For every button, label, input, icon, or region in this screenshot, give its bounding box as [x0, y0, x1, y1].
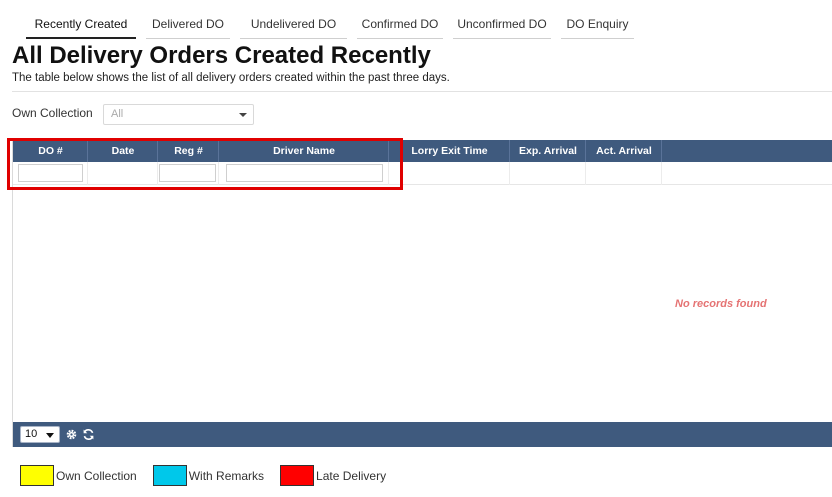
page-size-select[interactable]: 10 [20, 426, 60, 443]
legend-swatch [152, 465, 187, 486]
legend-swatch [20, 465, 54, 486]
filter-cell [389, 162, 510, 185]
tab-delivered-do[interactable]: Delivered DO [146, 13, 230, 39]
tab-undelivered-do[interactable]: Undelivered DO [240, 13, 347, 39]
column-header-do-number[interactable]: DO # [13, 140, 88, 162]
refresh-icon[interactable] [82, 428, 95, 441]
column-header-driver-name[interactable]: Driver Name [219, 140, 389, 162]
reg-number-filter-input[interactable] [159, 164, 216, 182]
column-header-reg-number[interactable]: Reg # [158, 140, 219, 162]
legend-swatch [280, 465, 315, 486]
no-records-message: No records found [675, 298, 767, 310]
column-header-exp-arrival[interactable]: Exp. Arrival [510, 140, 586, 162]
filter-cell [586, 162, 662, 185]
tab-recently-created[interactable]: Recently Created [26, 13, 136, 39]
own-collection-label: Own Collection [12, 106, 93, 120]
color-legend: Own Collection With Remarks Late Deliver… [20, 465, 402, 486]
legend-label: With Remarks [188, 468, 265, 483]
filter-cell [88, 162, 158, 185]
grid-footer: 10 [13, 422, 832, 447]
tab-do-enquiry[interactable]: DO Enquiry [561, 13, 634, 39]
gear-icon[interactable] [65, 428, 78, 441]
legend-label: Own Collection [56, 468, 137, 483]
tab-confirmed-do[interactable]: Confirmed DO [357, 13, 443, 39]
legend-item-own-collection: Own Collection [20, 465, 137, 486]
chevron-down-icon [46, 433, 54, 438]
column-header-lorry-exit-time[interactable]: Lorry Exit Time [389, 140, 510, 162]
chevron-down-icon [239, 113, 247, 117]
do-number-filter-input[interactable] [18, 164, 83, 182]
filter-cell [510, 162, 586, 185]
page-size-value: 10 [25, 428, 38, 440]
own-collection-select[interactable]: All [103, 104, 254, 125]
grid-header: DO # Date Reg # Driver Name Lorry Exit T… [13, 140, 832, 162]
driver-name-filter-input[interactable] [226, 164, 383, 182]
divider [12, 91, 832, 92]
delivery-orders-grid: DO # Date Reg # Driver Name Lorry Exit T… [12, 140, 832, 447]
own-collection-select-value: All [111, 108, 124, 120]
tab-bar: Recently Created Delivered DO Undelivere… [26, 13, 644, 39]
grid-filter-row [13, 162, 832, 185]
column-header-date[interactable]: Date [88, 140, 158, 162]
column-header-act-arrival[interactable]: Act. Arrival [586, 140, 662, 162]
page-subtitle: The table below shows the list of all de… [12, 72, 450, 84]
legend-item-with-remarks: With Remarks [152, 465, 265, 486]
legend-item-late-delivery: Late Delivery [280, 465, 386, 486]
tab-unconfirmed-do[interactable]: Unconfirmed DO [453, 13, 551, 39]
legend-label: Late Delivery [316, 468, 387, 483]
page-title: All Delivery Orders Created Recently [12, 42, 431, 69]
